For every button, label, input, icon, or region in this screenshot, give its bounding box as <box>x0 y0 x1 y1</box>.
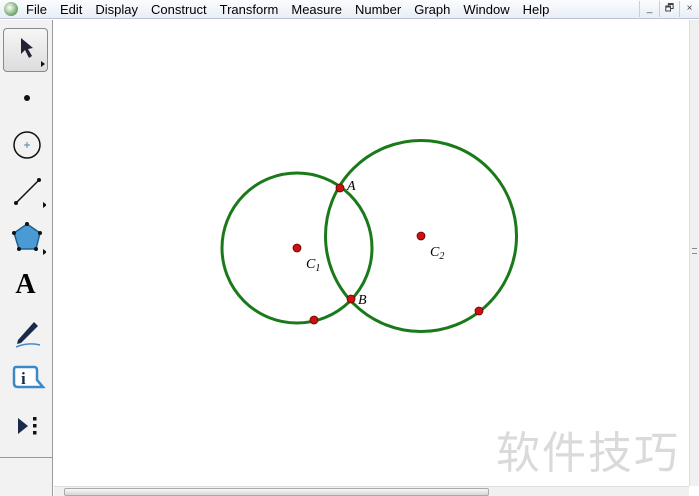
menu-display[interactable]: Display <box>95 2 138 17</box>
svg-text:i: i <box>21 369 26 388</box>
minimize-button[interactable]: _ <box>639 1 659 17</box>
menu-graph[interactable]: Graph <box>414 2 450 17</box>
information-icon: i <box>12 365 46 389</box>
toolbox: A i <box>0 20 53 458</box>
information-tool[interactable]: i <box>3 356 48 400</box>
point-on-c2[interactable] <box>474 306 484 316</box>
point-c1-center[interactable] <box>292 243 302 253</box>
point-a[interactable] <box>335 183 345 193</box>
label-c1[interactable]: C1 <box>306 257 320 274</box>
compass-tool[interactable] <box>3 122 48 166</box>
label-b[interactable]: B <box>358 293 367 308</box>
menu-construct[interactable]: Construct <box>151 2 207 17</box>
arrow-icon <box>20 38 45 67</box>
arrow-tool[interactable] <box>3 28 48 72</box>
horizontal-scroll-thumb[interactable] <box>64 488 489 496</box>
point-c2-center[interactable] <box>416 231 426 241</box>
scroll-grip-icon <box>692 248 697 254</box>
menu-window[interactable]: Window <box>463 2 509 17</box>
horizontal-scrollbar[interactable] <box>54 486 689 496</box>
menu-measure[interactable]: Measure <box>291 2 342 17</box>
menu-number[interactable]: Number <box>355 2 401 17</box>
marker-tool[interactable] <box>3 310 48 354</box>
polygon-icon <box>11 222 46 255</box>
close-button[interactable]: × <box>679 1 699 17</box>
point-icon <box>23 95 30 101</box>
straightedge-icon <box>13 178 46 208</box>
polygon-tool[interactable] <box>3 215 48 259</box>
label-a[interactable]: A <box>346 179 356 194</box>
restore-button[interactable]: 🗗 <box>659 1 679 17</box>
menu-bar: File Edit Display Construct Transform Me… <box>0 0 699 19</box>
label-c2[interactable]: C2 <box>430 245 444 262</box>
vertical-scrollbar[interactable] <box>689 20 699 486</box>
watermark: 软件技巧 <box>496 428 680 479</box>
point-b[interactable] <box>346 294 356 304</box>
app-icon[interactable] <box>4 2 18 16</box>
compass-icon <box>12 131 41 159</box>
menu-help[interactable]: Help <box>523 2 550 17</box>
menu-file[interactable]: File <box>26 2 47 17</box>
point-tool[interactable] <box>3 75 48 119</box>
menu-edit[interactable]: Edit <box>60 2 82 17</box>
straightedge-tool[interactable] <box>3 168 48 212</box>
point-on-c1[interactable] <box>309 315 319 325</box>
marker-icon <box>15 322 40 348</box>
custom-tool[interactable] <box>3 403 48 447</box>
custom-tool-icon <box>17 417 36 435</box>
toolbox-footer <box>0 458 53 496</box>
text-tool[interactable]: A <box>3 263 48 307</box>
menu-transform[interactable]: Transform <box>220 2 279 17</box>
